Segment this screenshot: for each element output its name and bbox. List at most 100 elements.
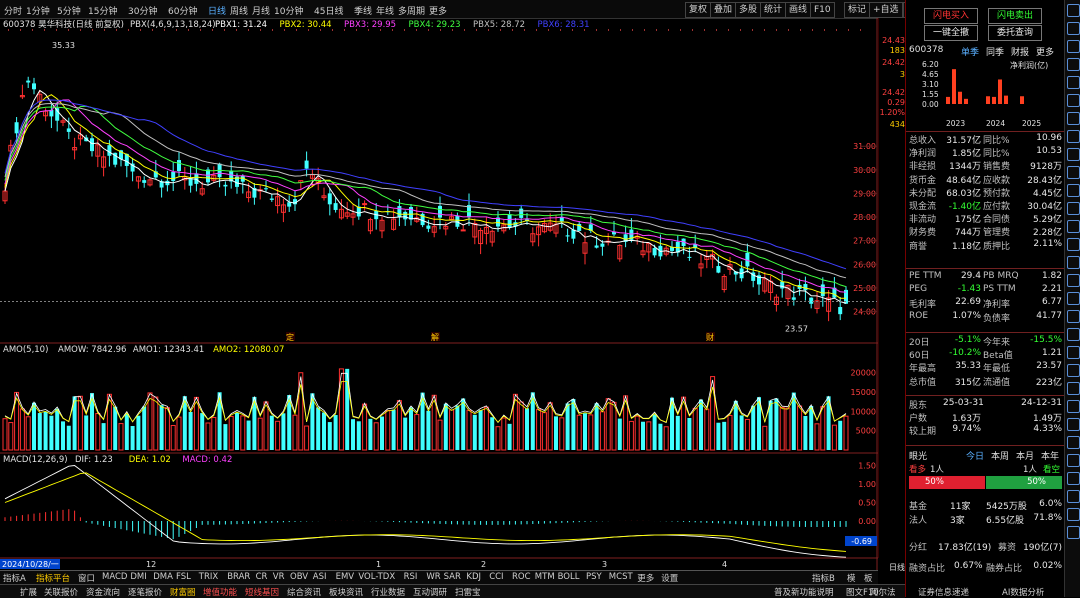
- indicator-tab-16[interactable]: WR: [426, 572, 440, 582]
- footer-right-2[interactable]: 阿尔法: [870, 586, 896, 598]
- indicator-right-2[interactable]: 板: [864, 572, 873, 584]
- panel-tab-3[interactable]: 更多: [1036, 45, 1054, 58]
- side-tool-icon[interactable]: [1066, 472, 1080, 485]
- side-tool-icon[interactable]: [1066, 130, 1080, 143]
- side-tool-icon[interactable]: [1066, 400, 1080, 413]
- indicator-tab-11[interactable]: OBV: [290, 572, 308, 582]
- indicator-tab-7[interactable]: TRIX: [199, 572, 218, 582]
- indicator-tab-9[interactable]: CR: [256, 572, 268, 582]
- toolbar-action-0[interactable]: 复权: [685, 2, 712, 18]
- footer-item-5[interactable]: 增值功能: [203, 586, 237, 598]
- indicator-tab-20[interactable]: ROC: [512, 572, 531, 582]
- side-tool-icon[interactable]: [1066, 382, 1080, 395]
- period-tab-10[interactable]: 45日线: [314, 4, 343, 17]
- side-tool-icon[interactable]: [1066, 76, 1080, 89]
- period-tab-1[interactable]: 1分钟: [26, 4, 50, 17]
- indicator-tab-0[interactable]: 指标A: [3, 572, 26, 584]
- side-tool-icon[interactable]: [1066, 346, 1080, 359]
- footer-right-3[interactable]: 证券信息速递: [918, 586, 969, 598]
- flash-buy-button[interactable]: 闪电买入: [924, 8, 978, 24]
- indicator-tab-19[interactable]: CCI: [489, 572, 503, 582]
- footer-item-3[interactable]: 逐笔报价: [128, 586, 162, 598]
- footer-item-2[interactable]: 资金流向: [86, 586, 120, 598]
- indicator-tab-21[interactable]: MTM: [535, 572, 555, 582]
- toolbar-action-1[interactable]: 叠加: [710, 2, 737, 18]
- toolbar-action-4[interactable]: 画线: [785, 2, 812, 18]
- period-tab-6[interactable]: 日线: [208, 4, 226, 17]
- toolbar-action-5[interactable]: F10: [810, 2, 835, 18]
- side-tool-icon[interactable]: [1066, 238, 1080, 251]
- indicator-tab-24[interactable]: MCST: [609, 572, 633, 582]
- indicator-tab-10[interactable]: VR: [273, 572, 285, 582]
- indicator-right-0[interactable]: 指标B: [812, 572, 835, 584]
- side-tool-icon[interactable]: [1066, 112, 1080, 125]
- side-tool-icon[interactable]: [1066, 436, 1080, 449]
- footer-item-6[interactable]: 短线基因: [245, 586, 279, 598]
- toolbar-action-2[interactable]: 多股: [735, 2, 762, 18]
- side-tool-icon[interactable]: [1066, 508, 1080, 521]
- indicator-tab-3[interactable]: MACD: [102, 572, 127, 582]
- period-tab-0[interactable]: 分时: [4, 4, 22, 17]
- indicator-tab-26[interactable]: 设置: [661, 572, 678, 584]
- period-tab-11[interactable]: 季线: [354, 4, 372, 17]
- side-tool-icon[interactable]: [1066, 310, 1080, 323]
- indicator-tab-2[interactable]: 窗口: [78, 572, 95, 584]
- side-tool-icon[interactable]: [1066, 364, 1080, 377]
- side-tool-icon[interactable]: [1066, 274, 1080, 287]
- side-tool-icon[interactable]: [1066, 94, 1080, 107]
- side-tool-icon[interactable]: [1066, 166, 1080, 179]
- side-tool-icon[interactable]: [1066, 202, 1080, 215]
- period-tab-9[interactable]: 10分钟: [274, 4, 303, 17]
- indicator-tab-25[interactable]: 更多: [637, 572, 654, 584]
- side-tool-icon[interactable]: [1066, 148, 1080, 161]
- period-tab-3[interactable]: 15分钟: [88, 4, 117, 17]
- kline-chart-area[interactable]: 31.00 30.00 29.00 28.00 27.00 26.00 25.00 24.00…: [0, 18, 878, 570]
- indicator-right-1[interactable]: 模: [847, 572, 856, 584]
- indicator-tab-22[interactable]: BOLL: [558, 572, 580, 582]
- footer-right-4[interactable]: AI数据分析: [1002, 586, 1044, 598]
- footer-item-11[interactable]: 扫雷宝: [455, 586, 481, 598]
- footer-item-8[interactable]: 板块资讯: [329, 586, 363, 598]
- toolbar-action-3[interactable]: 统计: [760, 2, 787, 18]
- indicator-tab-4[interactable]: DMI: [130, 572, 146, 582]
- toolbar-action-6[interactable]: 标记: [844, 2, 871, 18]
- side-tool-icon[interactable]: [1066, 40, 1080, 53]
- side-tool-icon[interactable]: [1066, 184, 1080, 197]
- period-tab-7[interactable]: 周线: [230, 4, 248, 17]
- sentiment-tab-0[interactable]: 今日: [966, 449, 984, 462]
- side-tool-icon[interactable]: [1066, 490, 1080, 503]
- footer-item-9[interactable]: 行业数据: [371, 586, 405, 598]
- side-tool-icon[interactable]: [1066, 328, 1080, 341]
- side-tool-icon[interactable]: [1066, 58, 1080, 71]
- kline-chart-svg[interactable]: 31.0030.0029.0028.0027.0026.0025.0024.00…: [0, 18, 878, 570]
- indicator-tab-23[interactable]: PSY: [586, 572, 602, 582]
- side-tool-icon[interactable]: [1066, 454, 1080, 467]
- indicator-tab-1[interactable]: 指标平台: [36, 572, 70, 584]
- footer-item-1[interactable]: 关联报价: [44, 586, 78, 598]
- indicator-tab-8[interactable]: BRAR: [227, 572, 250, 582]
- period-tab-14[interactable]: 更多: [429, 4, 447, 17]
- side-tool-icon[interactable]: [1066, 4, 1080, 17]
- footer-item-10[interactable]: 互动调研: [413, 586, 447, 598]
- panel-tab-2[interactable]: 财报: [1011, 45, 1029, 58]
- footer-item-0[interactable]: 扩展: [20, 586, 37, 598]
- period-tab-4[interactable]: 30分钟: [128, 4, 157, 17]
- side-tool-icon[interactable]: [1066, 292, 1080, 305]
- sentiment-tab-2[interactable]: 本月: [1016, 449, 1034, 462]
- side-tool-icon[interactable]: [1066, 220, 1080, 233]
- sentiment-tab-3[interactable]: 本年: [1041, 449, 1059, 462]
- footer-item-7[interactable]: 综合资讯: [287, 586, 321, 598]
- side-tool-icon[interactable]: [1066, 526, 1080, 539]
- period-tab-5[interactable]: 60分钟: [168, 4, 197, 17]
- indicator-tab-14[interactable]: VOL-TDX: [358, 572, 395, 582]
- period-tab-8[interactable]: 月线: [252, 4, 270, 17]
- period-tab-12[interactable]: 年线: [376, 4, 394, 17]
- side-tool-icon[interactable]: [1066, 22, 1080, 35]
- side-tool-icon[interactable]: [1066, 418, 1080, 431]
- flash-sell-button[interactable]: 闪电卖出: [988, 8, 1042, 24]
- footer-right-0[interactable]: 普及新功能说明: [774, 586, 834, 598]
- indicator-tab-18[interactable]: KDJ: [466, 572, 481, 582]
- indicator-tab-15[interactable]: RSI: [404, 572, 418, 582]
- period-tab-13[interactable]: 多周期: [398, 4, 425, 17]
- order-query-button[interactable]: 委托查询: [988, 25, 1042, 41]
